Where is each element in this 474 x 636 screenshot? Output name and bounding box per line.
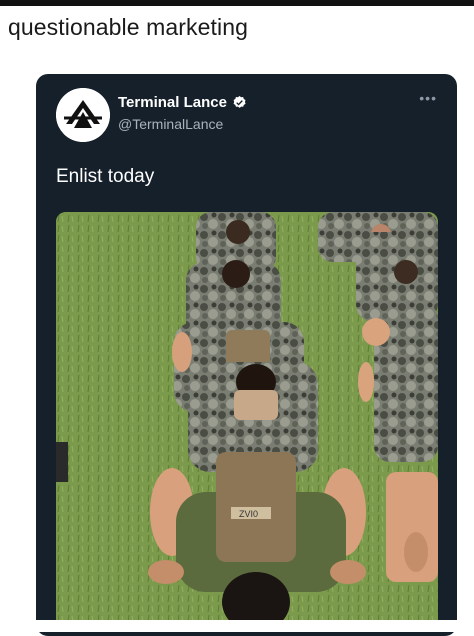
tweet-card[interactable]: Terminal Lance @TerminalLance ••• Enlist…	[36, 74, 457, 636]
verified-badge-icon	[233, 95, 246, 108]
terminal-lance-logo-icon	[56, 88, 110, 142]
tweet-text: Enlist today	[56, 166, 155, 187]
photo-pack-text: ZVI0	[239, 509, 258, 519]
avatar[interactable]	[56, 88, 110, 142]
post-caption: questionable marketing	[8, 14, 249, 40]
more-options-icon[interactable]: •••	[419, 90, 437, 106]
user-handle[interactable]: @TerminalLance	[118, 116, 223, 132]
tweet-photo[interactable]: ZVI0	[56, 212, 438, 632]
photo-soldiers-image: ZVI0	[56, 212, 438, 632]
top-bar	[0, 0, 474, 6]
bottom-bar	[0, 620, 474, 632]
display-name[interactable]: Terminal Lance	[118, 94, 227, 111]
name-row: Terminal Lance	[118, 94, 247, 111]
